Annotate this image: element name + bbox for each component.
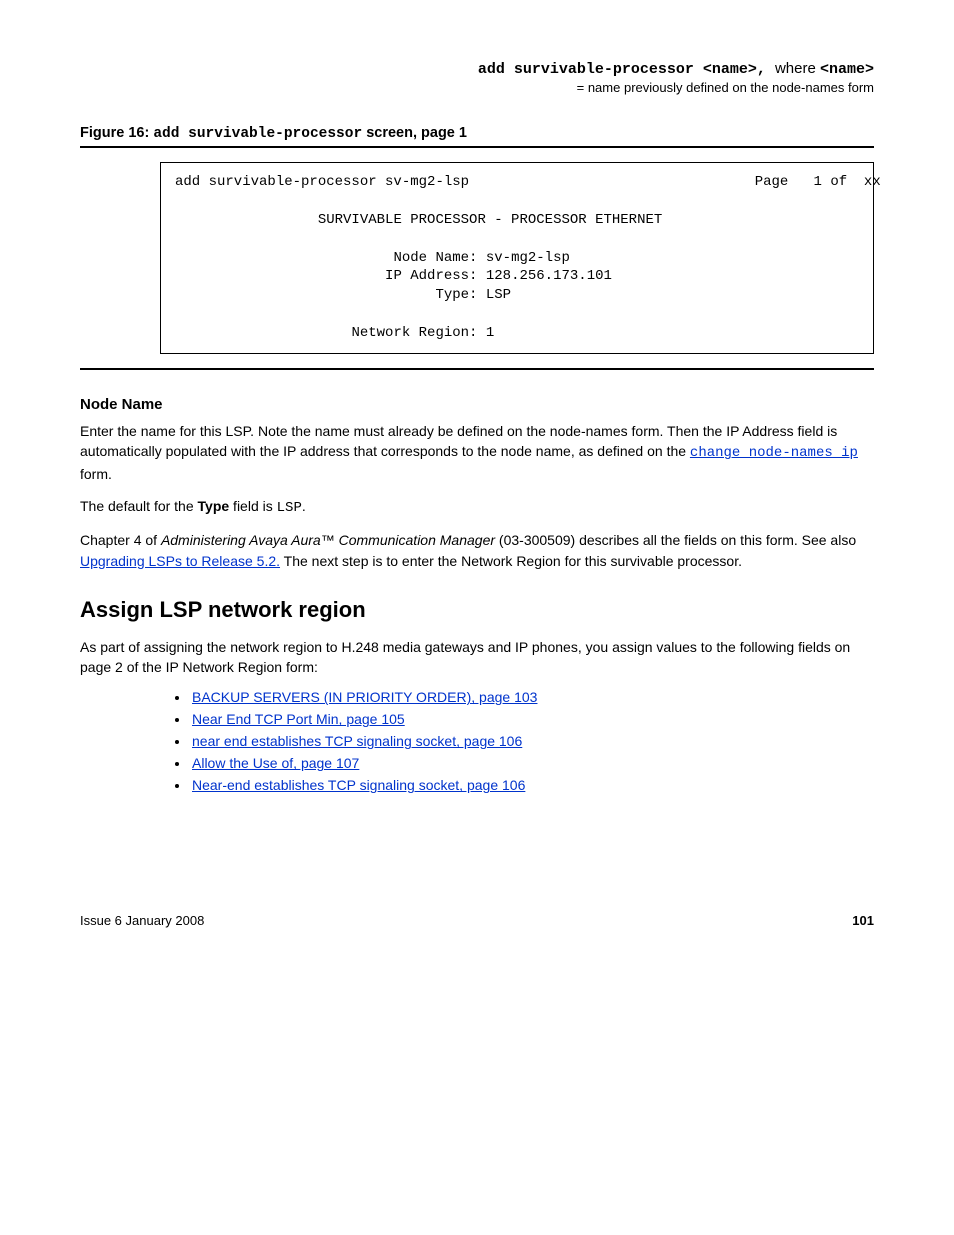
link-upgrading-lsps[interactable]: Upgrading LSPs to Release 5.2.: [80, 553, 280, 569]
terminal-box: add survivable-processor sv-mg2-lsp Page…: [160, 162, 874, 354]
bullet-link[interactable]: near end establishes TCP signaling socke…: [192, 733, 522, 749]
header-command: add survivable-processor <name>, where <…: [80, 60, 874, 78]
bullet-link[interactable]: Near-end establishes TCP signaling socke…: [192, 777, 525, 793]
list-item: near end establishes TCP signaling socke…: [190, 733, 874, 749]
figure-caption: Figure 16: add survivable-processor scre…: [80, 125, 874, 142]
list-item: BACKUP SERVERS (IN PRIORITY ORDER), page…: [190, 689, 874, 705]
header-sub: = name previously defined on the node-na…: [80, 80, 874, 95]
page-footer: Issue 6 January 2008 101: [80, 913, 874, 928]
bullet-link[interactable]: Allow the Use of, page 107: [192, 755, 359, 771]
node-name-heading: Node Name: [80, 396, 874, 413]
terminal-figure: add survivable-processor sv-mg2-lsp Page…: [80, 146, 874, 370]
assign-lsp-heading: Assign LSP network region: [80, 597, 874, 623]
node-name-p2: The default for the Type field is LSP.: [80, 496, 874, 518]
assign-bullet-list: BACKUP SERVERS (IN PRIORITY ORDER), page…: [80, 689, 874, 793]
link-change-node-names[interactable]: change node-names ip: [690, 445, 858, 461]
footer-issue: Issue 6 January 2008: [80, 913, 204, 928]
list-item: Near-end establishes TCP signaling socke…: [190, 777, 874, 793]
list-item: Allow the Use of, page 107: [190, 755, 874, 771]
footer-page-number: 101: [852, 913, 874, 928]
bullet-link[interactable]: Near End TCP Port Min, page 105: [192, 711, 405, 727]
node-name-p1: Enter the name for this LSP. Note the na…: [80, 421, 874, 484]
assign-p1: As part of assigning the network region …: [80, 637, 874, 678]
bullet-link[interactable]: BACKUP SERVERS (IN PRIORITY ORDER), page…: [192, 689, 537, 705]
node-name-p3: Chapter 4 of Administering Avaya Aura™ C…: [80, 530, 874, 571]
list-item: Near End TCP Port Min, page 105: [190, 711, 874, 727]
